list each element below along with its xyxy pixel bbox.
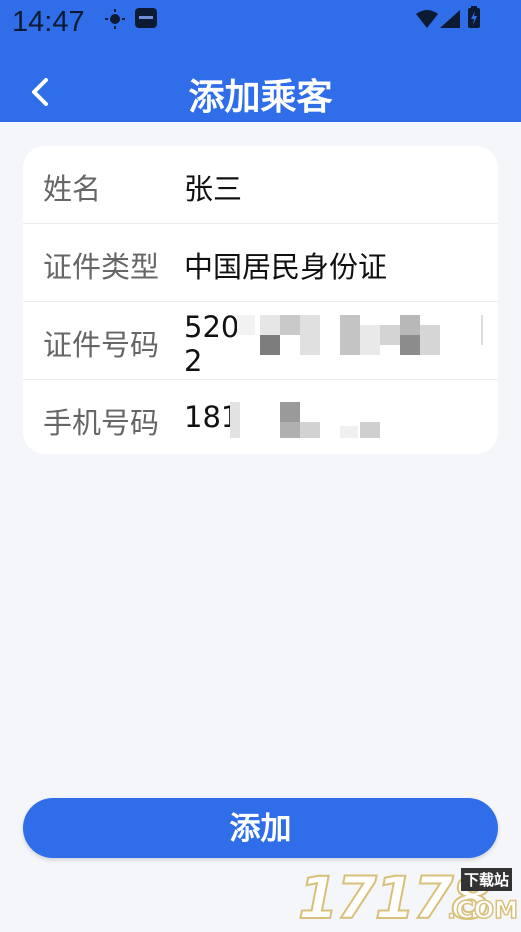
watermark-tag: 下载站 xyxy=(460,868,512,891)
id-type-value[interactable]: 中国居民身份证 xyxy=(184,244,387,286)
id-number-line2: 2 xyxy=(184,344,203,378)
id-number-value[interactable]: 520 2 xyxy=(184,310,239,378)
passenger-form-card: 姓名 张三 证件类型 中国居民身份证 证件号码 520 2 手机号码 181 xyxy=(23,146,498,454)
name-value[interactable]: 张三 xyxy=(184,166,242,208)
id-number-line1: 520 xyxy=(184,310,240,344)
form-row-id-number[interactable]: 证件号码 520 2 xyxy=(23,302,498,380)
app-header: 14:47 添加乘客 xyxy=(0,0,521,122)
wifi-icon xyxy=(416,10,438,28)
status-time: 14:47 xyxy=(12,6,85,38)
name-label: 姓名 xyxy=(43,172,102,206)
status-bar: 14:47 xyxy=(0,0,521,44)
form-row-phone[interactable]: 手机号码 181 xyxy=(23,380,498,454)
page-title: 添加乘客 xyxy=(188,77,333,118)
phone-label: 手机号码 xyxy=(43,406,160,440)
form-row-name[interactable]: 姓名 张三 xyxy=(23,146,498,224)
add-button[interactable]: 添加 xyxy=(23,798,498,858)
hms-notification-icon xyxy=(135,8,157,28)
id-type-label: 证件类型 xyxy=(43,250,160,284)
form-row-id-type[interactable]: 证件类型 中国居民身份证 xyxy=(23,224,498,302)
id-number-label: 证件号码 xyxy=(43,328,160,362)
brightness-icon xyxy=(105,9,125,29)
battery-icon xyxy=(468,6,480,28)
signal-icon xyxy=(440,10,460,28)
watermark-logo: 17178 下载站 .COM xyxy=(297,862,519,932)
watermark-suffix: .COM xyxy=(446,895,519,925)
